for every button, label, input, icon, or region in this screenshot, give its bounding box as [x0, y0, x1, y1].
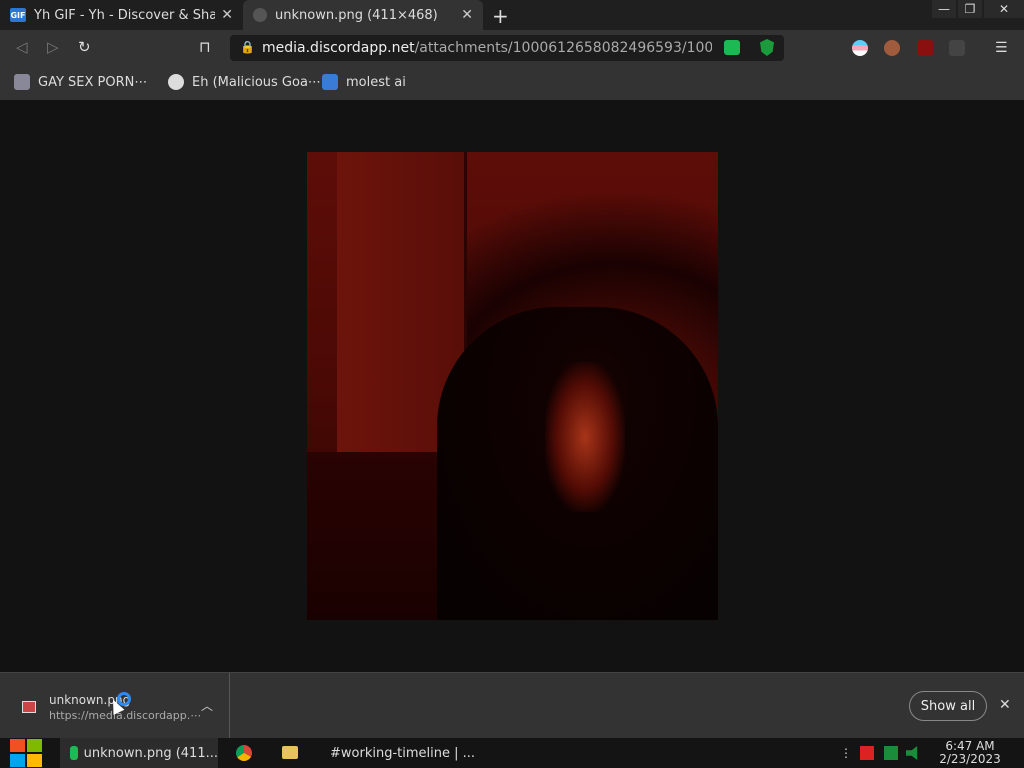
taskbar-app-discord[interactable]: #working-timeline | ... [314, 738, 476, 768]
extension-gray-icon[interactable] [949, 40, 965, 56]
minimize-button[interactable]: — [932, 0, 956, 18]
tab-label: unknown.png (411×468) [275, 7, 438, 23]
address-bar[interactable]: 🔒 media.discordapp.net/attachments/10006… [230, 35, 784, 61]
bookmark-button[interactable]: ⊓ [199, 38, 211, 56]
extension-chat-icon[interactable] [724, 40, 740, 55]
displayed-image[interactable] [307, 152, 718, 620]
start-button[interactable] [10, 739, 44, 767]
url-text[interactable]: media.discordapp.net/attachments/1000612… [262, 40, 712, 56]
tab-unknown-png[interactable]: unknown.png (411×468) ✕ [243, 0, 483, 30]
chat-app-icon [70, 746, 78, 760]
extension-shield-icon[interactable] [760, 39, 774, 56]
ublock-icon[interactable] [917, 40, 933, 56]
download-item[interactable]: unknown.png https://media.discordapp.⋯ ︿ [0, 673, 230, 739]
windows-logo-icon [10, 739, 25, 752]
menu-icon[interactable]: ☰ [995, 40, 1011, 56]
image-glow-region [545, 362, 625, 512]
bookmark-favicon-icon [14, 74, 30, 90]
bookmark-item[interactable]: molest ai [322, 74, 406, 90]
tab-label: Yh GIF - Yh - Discover & Share [34, 7, 216, 23]
window-controls: — ❐ ✕ [930, 0, 1024, 18]
tray-overflow-icon[interactable]: ⋮ [840, 746, 852, 760]
download-url: https://media.discordapp.⋯ [49, 709, 202, 722]
volume-icon[interactable] [906, 746, 918, 760]
close-tab-icon[interactable]: ✕ [221, 7, 233, 23]
taskbar-app-label: #working-timeline | ... [330, 745, 476, 761]
windows-taskbar: unknown.png (411... #working-timeline | … [0, 738, 1024, 768]
image-file-icon [22, 701, 36, 713]
url-host: media.discordapp.net [262, 40, 415, 56]
tab-yh-gif[interactable]: GIF Yh GIF - Yh - Discover & Share ✕ [0, 0, 243, 30]
lock-icon: 🔒 [240, 40, 255, 54]
globe-icon [168, 74, 184, 90]
action-center-flag-icon[interactable] [860, 746, 874, 760]
file-explorer-icon[interactable] [282, 746, 298, 759]
bookmarks-bar: GAY SEX PORN⋯ Eh (Malicious Goa⋯ molest … [0, 66, 1024, 100]
windows-logo-icon [10, 754, 25, 767]
reload-button[interactable]: ↻ [78, 38, 91, 56]
back-button[interactable]: ◁ [16, 38, 28, 56]
url-path: /attachments/1000612658082496593/100064⋯ [414, 40, 712, 56]
globe-icon [253, 8, 267, 22]
windows-logo-icon [27, 739, 42, 752]
bookmark-label: GAY SEX PORN⋯ [38, 74, 148, 90]
close-download-bar-icon[interactable]: ✕ [999, 697, 1011, 713]
clock-date: 2/23/2023 [939, 752, 1001, 766]
show-all-button[interactable]: Show all [909, 691, 987, 721]
taskbar-app-label: unknown.png (411... [83, 745, 218, 761]
tab-strip: GIF Yh GIF - Yh - Discover & Share ✕ unk… [0, 0, 1024, 30]
restore-button[interactable]: ❐ [958, 0, 982, 18]
profile-avatar-icon[interactable] [884, 40, 900, 56]
window-close-button[interactable]: ✕ [984, 0, 1024, 18]
network-icon[interactable] [884, 746, 898, 760]
bookmark-item[interactable]: Eh (Malicious Goa⋯ [168, 74, 321, 90]
forward-button[interactable]: ▷ [47, 38, 59, 56]
download-shelf: unknown.png https://media.discordapp.⋯ ︿… [0, 672, 1024, 739]
bookmark-item[interactable]: GAY SEX PORN⋯ [14, 74, 147, 90]
close-tab-icon[interactable]: ✕ [461, 7, 473, 23]
new-tab-button[interactable]: + [492, 4, 509, 28]
bookmark-favicon-icon [322, 74, 338, 90]
windows-logo-icon [27, 754, 42, 767]
chevron-up-icon[interactable]: ︿ [201, 697, 213, 714]
taskbar-app-browser[interactable]: unknown.png (411... [60, 738, 218, 768]
bookmark-label: molest ai [346, 74, 406, 90]
system-clock[interactable]: 6:47 AM 2/23/2023 [936, 740, 1004, 766]
gif-favicon-icon: GIF [10, 8, 26, 22]
chrome-icon[interactable] [236, 745, 252, 761]
extension-flag-icon[interactable] [852, 40, 868, 56]
bookmark-label: Eh (Malicious Goa⋯ [192, 74, 321, 90]
